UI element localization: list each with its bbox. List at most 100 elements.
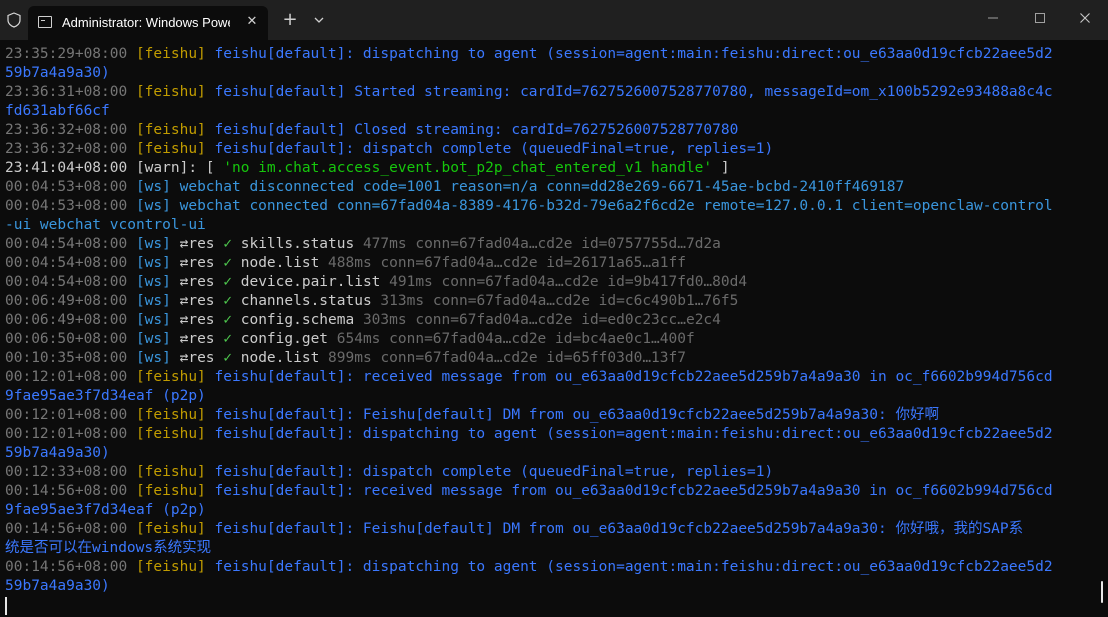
terminal-segment: 00:12:01+08:00: [5, 369, 136, 385]
shield-icon: [7, 12, 21, 28]
terminal-segment: 303ms: [362, 312, 416, 328]
terminal-segment: 313ms: [380, 293, 433, 309]
terminal-segment: [ws]: [135, 179, 180, 195]
terminal-line: 00:12:01+08:00 [feishu] feishu[default]:…: [5, 406, 1095, 425]
title-bar: Administrator: Windows PowerShell ✕ +: [0, 0, 1108, 40]
text-cursor: [5, 597, 7, 615]
terminal-segment: ⇄res: [179, 312, 224, 328]
terminal-segment: webchat connected conn=67fad04a-8389-417…: [179, 198, 1053, 214]
terminal-line: 00:04:54+08:00 [ws] ⇄res ✓ device.pair.l…: [5, 273, 1095, 292]
terminal-segment: -ui webchat vcontrol-ui: [5, 217, 206, 233]
terminal-line: 00:12:01+08:00 [feishu] feishu[default]:…: [5, 425, 1095, 444]
terminal-segment: 00:06:50+08:00: [5, 331, 136, 347]
terminal-segment: 23:36:32+08:00: [5, 122, 136, 138]
terminal-segment: ⇄res: [179, 255, 224, 271]
terminal-segment: [feishu]: [135, 407, 215, 423]
terminal-segment: 9fae95ae3f7d34eaf (p2p): [5, 502, 206, 518]
new-tab-button[interactable]: +: [280, 10, 300, 30]
terminal-segment: [feishu]: [135, 369, 215, 385]
terminal-segment: ⇄res: [179, 293, 224, 309]
terminal-segment: ⇄res: [179, 350, 224, 366]
terminal-segment: 477ms: [362, 236, 416, 252]
terminal-line: 00:12:01+08:00 [feishu] feishu[default]:…: [5, 368, 1095, 387]
terminal-segment: [ws]: [135, 331, 180, 347]
terminal-segment: conn=67fad04a…cd2e id=ed0c23cc…e2c4: [415, 312, 721, 328]
terminal-segment: fd631abf66cf: [5, 103, 110, 119]
terminal-segment: device.pair.list: [240, 274, 390, 290]
terminal-segment: 00:12:33+08:00: [5, 464, 136, 480]
terminal-segment: ✓: [223, 236, 241, 252]
terminal-segment: conn=67fad04a…cd2e id=bc4ae0c1…400f: [389, 331, 695, 347]
close-window-button[interactable]: [1062, 0, 1108, 36]
terminal-segment: conn=67fad04a…cd2e id=26171a65…a1ff: [380, 255, 686, 271]
terminal-segment: 59b7a4a9a30): [5, 445, 110, 461]
terminal-segment: [feishu]: [135, 559, 215, 575]
scrollbar[interactable]: [1101, 581, 1103, 603]
terminal-segment: feishu[default]: dispatch complete (queu…: [214, 464, 774, 480]
terminal-segment: ✓: [223, 312, 241, 328]
terminal-segment: node.list: [240, 255, 329, 271]
terminal-segment: feishu[default] Closed streaming: cardId…: [214, 122, 739, 138]
terminal-segment: ⇄res: [179, 331, 224, 347]
terminal-segment: 00:14:56+08:00: [5, 559, 136, 575]
terminal-segment: feishu[default]: Feishu[default] DM from…: [214, 521, 1024, 537]
terminal-segment: 23:35:29+08:00: [5, 46, 136, 62]
terminal-segment: conn=67fad04a…cd2e id=65ff03d0…13f7: [380, 350, 686, 366]
terminal-segment: 00:04:53+08:00: [5, 198, 136, 214]
terminal-segment: [ws]: [135, 293, 180, 309]
terminal-line: 23:36:32+08:00 [feishu] feishu[default]:…: [5, 140, 1095, 159]
terminal-segment: 00:14:56+08:00: [5, 483, 136, 499]
terminal-line: 59b7a4a9a30): [5, 577, 1095, 596]
terminal-segment: [ws]: [135, 312, 180, 328]
terminal-segment: 23:41:04+08:00: [5, 160, 136, 176]
terminal-segment: [feishu]: [135, 483, 215, 499]
terminal-segment: 'no im.chat.access_event.bot_p2p_chat_en…: [223, 160, 713, 176]
terminal-line: 00:06:49+08:00 [ws] ⇄res ✓ config.schema…: [5, 311, 1095, 330]
close-icon[interactable]: ✕: [244, 14, 260, 30]
terminal-segment: ✓: [223, 293, 241, 309]
terminal-line: 00:04:54+08:00 [ws] ⇄res ✓ skills.status…: [5, 235, 1095, 254]
minimize-icon: [988, 17, 998, 19]
tab-title: Administrator: Windows PowerShell: [62, 15, 230, 30]
terminal-segment: feishu[default] Started streaming: cardI…: [214, 84, 1053, 100]
terminal-segment: 00:04:54+08:00: [5, 274, 136, 290]
terminal-segment: 59b7a4a9a30): [5, 578, 110, 594]
terminal-segment: [ws]: [135, 274, 180, 290]
terminal-segment: 00:04:54+08:00: [5, 255, 136, 271]
terminal-segment: ✓: [223, 255, 241, 271]
terminal-line: 23:36:31+08:00 [feishu] feishu[default] …: [5, 83, 1095, 102]
terminal-line: 00:04:53+08:00 [ws] webchat connected co…: [5, 197, 1095, 216]
terminal-segment: config.schema: [240, 312, 363, 328]
terminal-segment: [feishu]: [135, 141, 215, 157]
terminal-segment: : [: [188, 160, 224, 176]
terminal-line: 00:12:33+08:00 [feishu] feishu[default]:…: [5, 463, 1095, 482]
maximize-button[interactable]: [1017, 0, 1063, 36]
terminal-segment: channels.status: [240, 293, 381, 309]
terminal-tab[interactable]: Administrator: Windows PowerShell ✕: [28, 6, 268, 40]
terminal-segment: [feishu]: [135, 521, 215, 537]
terminal-segment: [ws]: [135, 236, 180, 252]
terminal-line: fd631abf66cf: [5, 102, 1095, 121]
chevron-down-icon[interactable]: [310, 11, 328, 29]
terminal-line: 23:35:29+08:00 [feishu] feishu[default]:…: [5, 45, 1095, 64]
terminal-output[interactable]: 23:35:29+08:00 [feishu] feishu[default]:…: [0, 40, 1108, 617]
terminal-segment: feishu[default]: received message from o…: [214, 369, 1053, 385]
terminal-segment: feishu[default]: dispatching to agent (s…: [214, 559, 1053, 575]
terminal-line: 23:41:04+08:00 [warn]: [ 'no im.chat.acc…: [5, 159, 1095, 178]
terminal-segment: node.list: [240, 350, 329, 366]
minimize-button[interactable]: [970, 0, 1016, 36]
terminal-segment: 899ms: [328, 350, 381, 366]
terminal-segment: [feishu]: [135, 122, 215, 138]
terminal-segment: 00:10:35+08:00: [5, 350, 136, 366]
terminal-line: 00:06:50+08:00 [ws] ⇄res ✓ config.get 65…: [5, 330, 1095, 349]
terminal-segment: ⇄res: [179, 236, 224, 252]
terminal-segment: 59b7a4a9a30): [5, 65, 110, 81]
terminal-segment: skills.status: [240, 236, 363, 252]
terminal-segment: 00:12:01+08:00: [5, 426, 136, 442]
terminal-segment: 654ms: [336, 331, 390, 347]
terminal-segment: 统是否可以在windows系统实现: [5, 540, 212, 556]
terminal-segment: 488ms: [328, 255, 381, 271]
terminal-segment: 00:06:49+08:00: [5, 312, 136, 328]
terminal-segment: 491ms: [389, 274, 442, 290]
terminal-segment: 23:36:31+08:00: [5, 84, 136, 100]
